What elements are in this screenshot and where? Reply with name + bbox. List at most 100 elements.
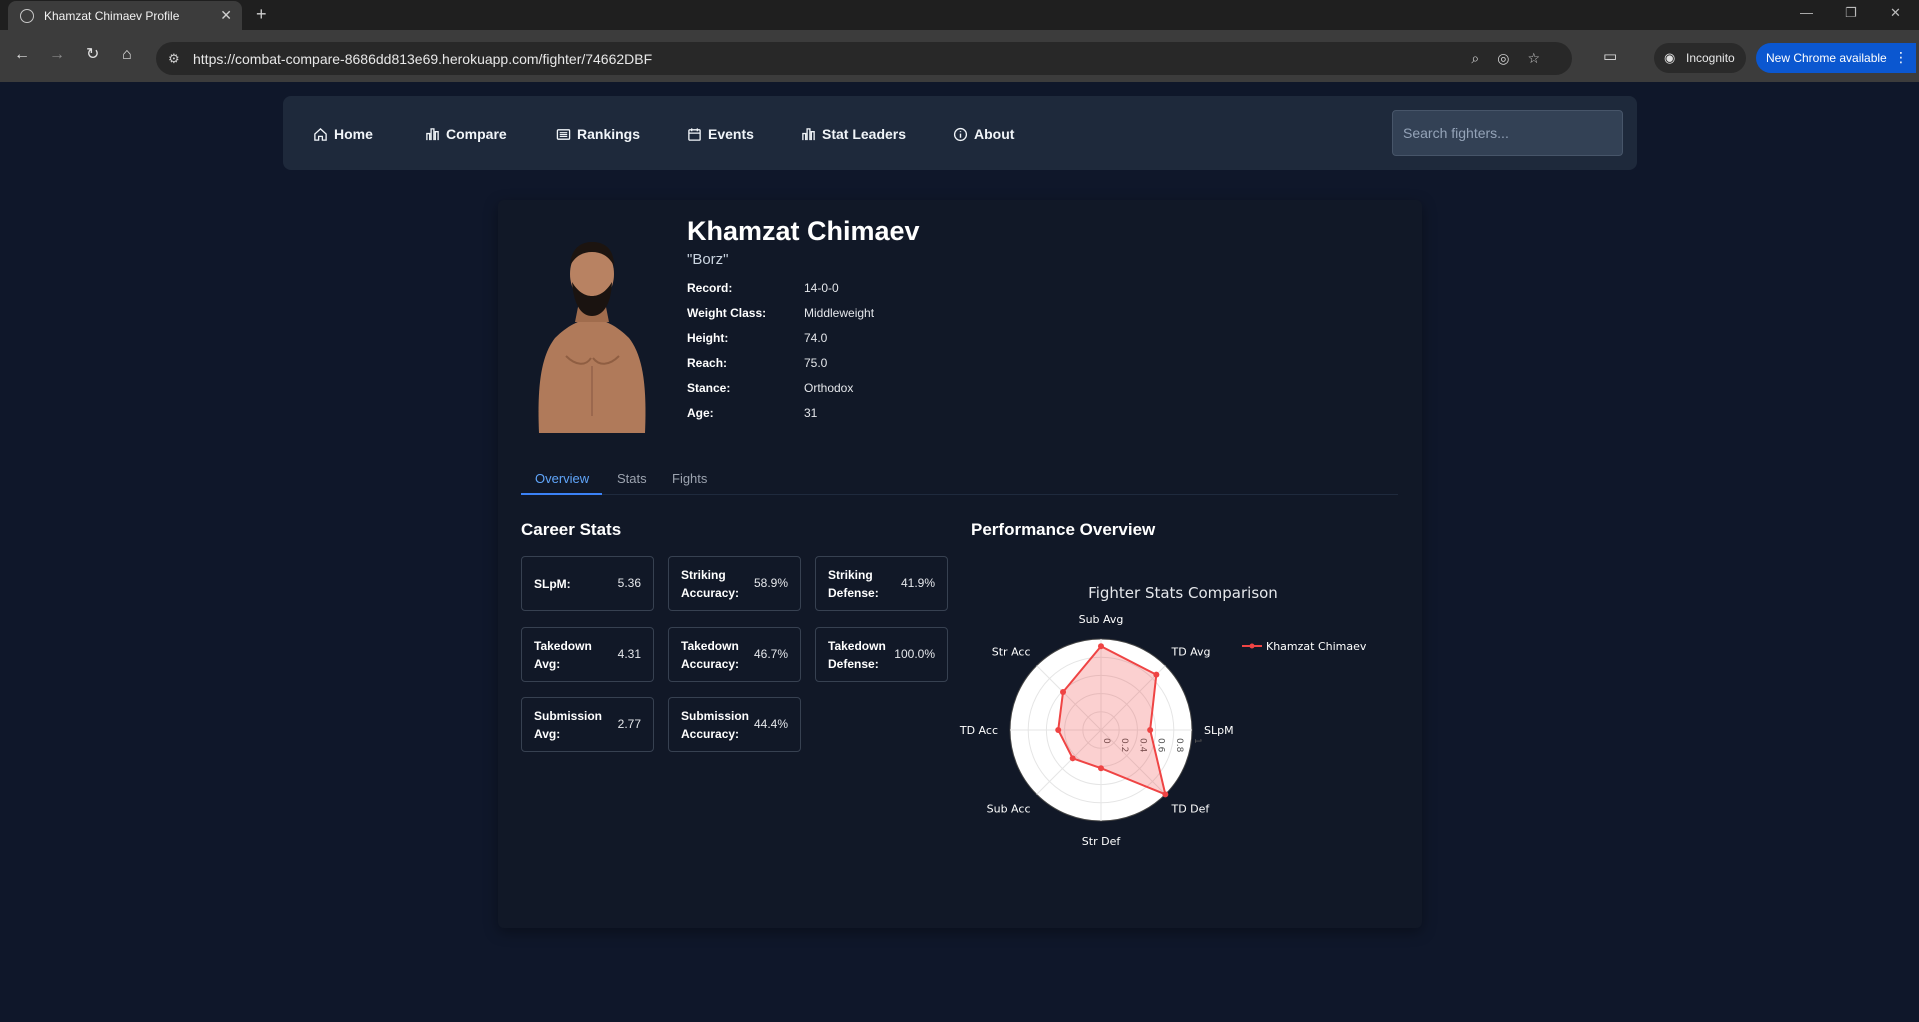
globe-icon bbox=[20, 9, 34, 23]
nav-label: About bbox=[974, 126, 1015, 142]
stat-label: SLpM: bbox=[534, 577, 571, 591]
stat-value: 100.0% bbox=[894, 647, 935, 661]
axis-label: SLpM bbox=[1204, 724, 1234, 737]
nav-about[interactable]: About bbox=[953, 124, 1014, 144]
tab-overview[interactable]: Overview bbox=[535, 471, 589, 486]
nav-stat-leaders[interactable]: Stat Leaders bbox=[801, 124, 906, 144]
browser-tab-bar: Khamzat Chimaev Profile ✕ + — ❐ ✕ bbox=[0, 0, 1919, 30]
stat-value: 58.9% bbox=[753, 576, 788, 590]
restore-icon[interactable]: ❐ bbox=[1845, 5, 1857, 21]
search-input[interactable] bbox=[1392, 110, 1623, 156]
data-point bbox=[1098, 765, 1104, 772]
reach-value: 75.0 bbox=[804, 356, 828, 370]
nav-label: Home bbox=[334, 126, 373, 142]
browser-tab[interactable]: Khamzat Chimaev Profile ✕ bbox=[8, 1, 242, 30]
nav-rankings[interactable]: Rankings bbox=[556, 124, 640, 144]
stat-value: 41.9% bbox=[900, 576, 935, 590]
radial-tick-label: 1 bbox=[1192, 738, 1202, 744]
omnibox-actions: ⌕◎☆ bbox=[1471, 50, 1558, 67]
stat-label: Takedown Avg: bbox=[534, 639, 592, 671]
data-point bbox=[1147, 727, 1154, 733]
home-icon bbox=[314, 127, 327, 141]
stat-card: Striking Defense: 41.9% bbox=[815, 556, 948, 611]
stat-card: Takedown Defense: 100.0% bbox=[815, 627, 948, 682]
legend-marker bbox=[1249, 643, 1255, 649]
tab-fights[interactable]: Fights bbox=[672, 471, 707, 486]
zoom-icon[interactable]: ⌕ bbox=[1471, 50, 1497, 66]
info-label: Reach: bbox=[687, 356, 728, 370]
nav-label: Compare bbox=[446, 126, 507, 142]
stat-label: Submission Avg: bbox=[534, 709, 603, 741]
site-settings-icon[interactable]: ⚙ bbox=[168, 51, 180, 67]
nav-home[interactable]: Home bbox=[313, 124, 373, 144]
reload-icon[interactable]: ↻ bbox=[86, 47, 99, 63]
incognito-badge[interactable]: ◉ Incognito bbox=[1654, 43, 1746, 73]
axis-label: Str Acc bbox=[992, 646, 1031, 659]
info-icon bbox=[953, 127, 968, 141]
stat-card: Submission Accuracy: 44.4% bbox=[668, 697, 801, 752]
nav-label: Rankings bbox=[577, 126, 641, 142]
info-label: Age: bbox=[687, 406, 714, 420]
stat-label: Takedown Accuracy: bbox=[681, 639, 740, 671]
address-bar[interactable]: ⚙ https://combat-compare-8686dd813e69.he… bbox=[156, 42, 1572, 75]
stat-value: 44.4% bbox=[753, 717, 788, 731]
star-icon[interactable]: ☆ bbox=[1527, 50, 1558, 66]
list-icon bbox=[556, 128, 571, 140]
fighter-profile-card: Khamzat Chimaev "Borz" Record: 14-0-0 We… bbox=[498, 200, 1422, 928]
menu-dots-icon[interactable]: ⋮ bbox=[1894, 49, 1908, 66]
axis-label: TD Avg bbox=[1170, 646, 1210, 659]
data-point bbox=[1060, 689, 1067, 696]
incognito-icon: ◉ bbox=[1664, 50, 1676, 65]
side-panel-icon[interactable]: ▭ bbox=[1603, 47, 1617, 65]
browser-toolbar: ← → ↻ ⌂ ⚙ https://combat-compare-8686dd8… bbox=[0, 30, 1919, 82]
data-point bbox=[1162, 791, 1169, 798]
update-chrome-button[interactable]: New Chrome available ⋮ bbox=[1756, 43, 1916, 73]
back-icon[interactable]: ← bbox=[14, 47, 30, 63]
new-tab-icon[interactable]: + bbox=[256, 4, 267, 25]
record-value: 14-0-0 bbox=[804, 281, 839, 295]
age-value: 31 bbox=[804, 406, 818, 420]
eye-off-icon[interactable]: ◎ bbox=[1497, 50, 1527, 66]
info-label: Stance: bbox=[687, 381, 731, 395]
nav-label: Stat Leaders bbox=[822, 126, 907, 142]
nav-events[interactable]: Events bbox=[687, 124, 754, 144]
bar-chart-icon bbox=[426, 127, 439, 140]
axis-label: Sub Acc bbox=[987, 802, 1031, 815]
radial-tick-label: 0.8 bbox=[1174, 738, 1184, 753]
data-point bbox=[1098, 643, 1104, 650]
stance-value: Orthodox bbox=[804, 381, 854, 395]
stat-card: Striking Accuracy: 58.9% bbox=[668, 556, 801, 611]
axis-label: TD Def bbox=[1170, 802, 1210, 815]
home-browser-icon[interactable]: ⌂ bbox=[122, 47, 132, 63]
fighter-nickname: "Borz" bbox=[687, 251, 729, 268]
tab-stats[interactable]: Stats bbox=[617, 471, 647, 486]
info-label: Weight Class: bbox=[687, 306, 767, 320]
axis-label: TD Acc bbox=[959, 724, 998, 737]
chart-title: Fighter Stats Comparison bbox=[1088, 584, 1278, 602]
url-text[interactable]: https://combat-compare-8686dd813e69.hero… bbox=[193, 51, 652, 67]
stat-label: Takedown Defense: bbox=[828, 639, 886, 671]
stat-label: Striking Accuracy: bbox=[681, 568, 740, 600]
minimize-icon[interactable]: — bbox=[1800, 5, 1813, 20]
forward-icon[interactable]: → bbox=[49, 47, 65, 63]
legend-label: Khamzat Chimaev bbox=[1266, 640, 1367, 653]
info-label: Record: bbox=[687, 281, 733, 295]
data-point bbox=[1153, 671, 1160, 678]
career-stats-title: Career Stats bbox=[521, 520, 622, 539]
weight-class-value: Middleweight bbox=[804, 306, 875, 320]
radar-chart: Fighter Stats Comparison 00.20.40.60.81 … bbox=[959, 584, 1367, 848]
stat-value: 2.77 bbox=[617, 717, 641, 731]
stat-value: 4.31 bbox=[617, 647, 641, 661]
close-window-icon[interactable]: ✕ bbox=[1890, 5, 1901, 21]
nav-compare[interactable]: Compare bbox=[425, 124, 507, 144]
active-tab-indicator bbox=[521, 493, 602, 495]
stat-card: Submission Avg: 2.77 bbox=[521, 697, 654, 752]
close-tab-icon[interactable]: ✕ bbox=[220, 7, 232, 24]
profile-tabs: Overview Stats Fights bbox=[521, 468, 1398, 495]
chart-legend: Khamzat Chimaev bbox=[1242, 640, 1367, 653]
tab-title: Khamzat Chimaev Profile bbox=[44, 9, 180, 23]
nav-label: Events bbox=[708, 126, 754, 142]
stat-label: Striking Defense: bbox=[828, 568, 879, 600]
fighter-photo bbox=[521, 216, 663, 433]
data-point bbox=[1055, 727, 1062, 733]
